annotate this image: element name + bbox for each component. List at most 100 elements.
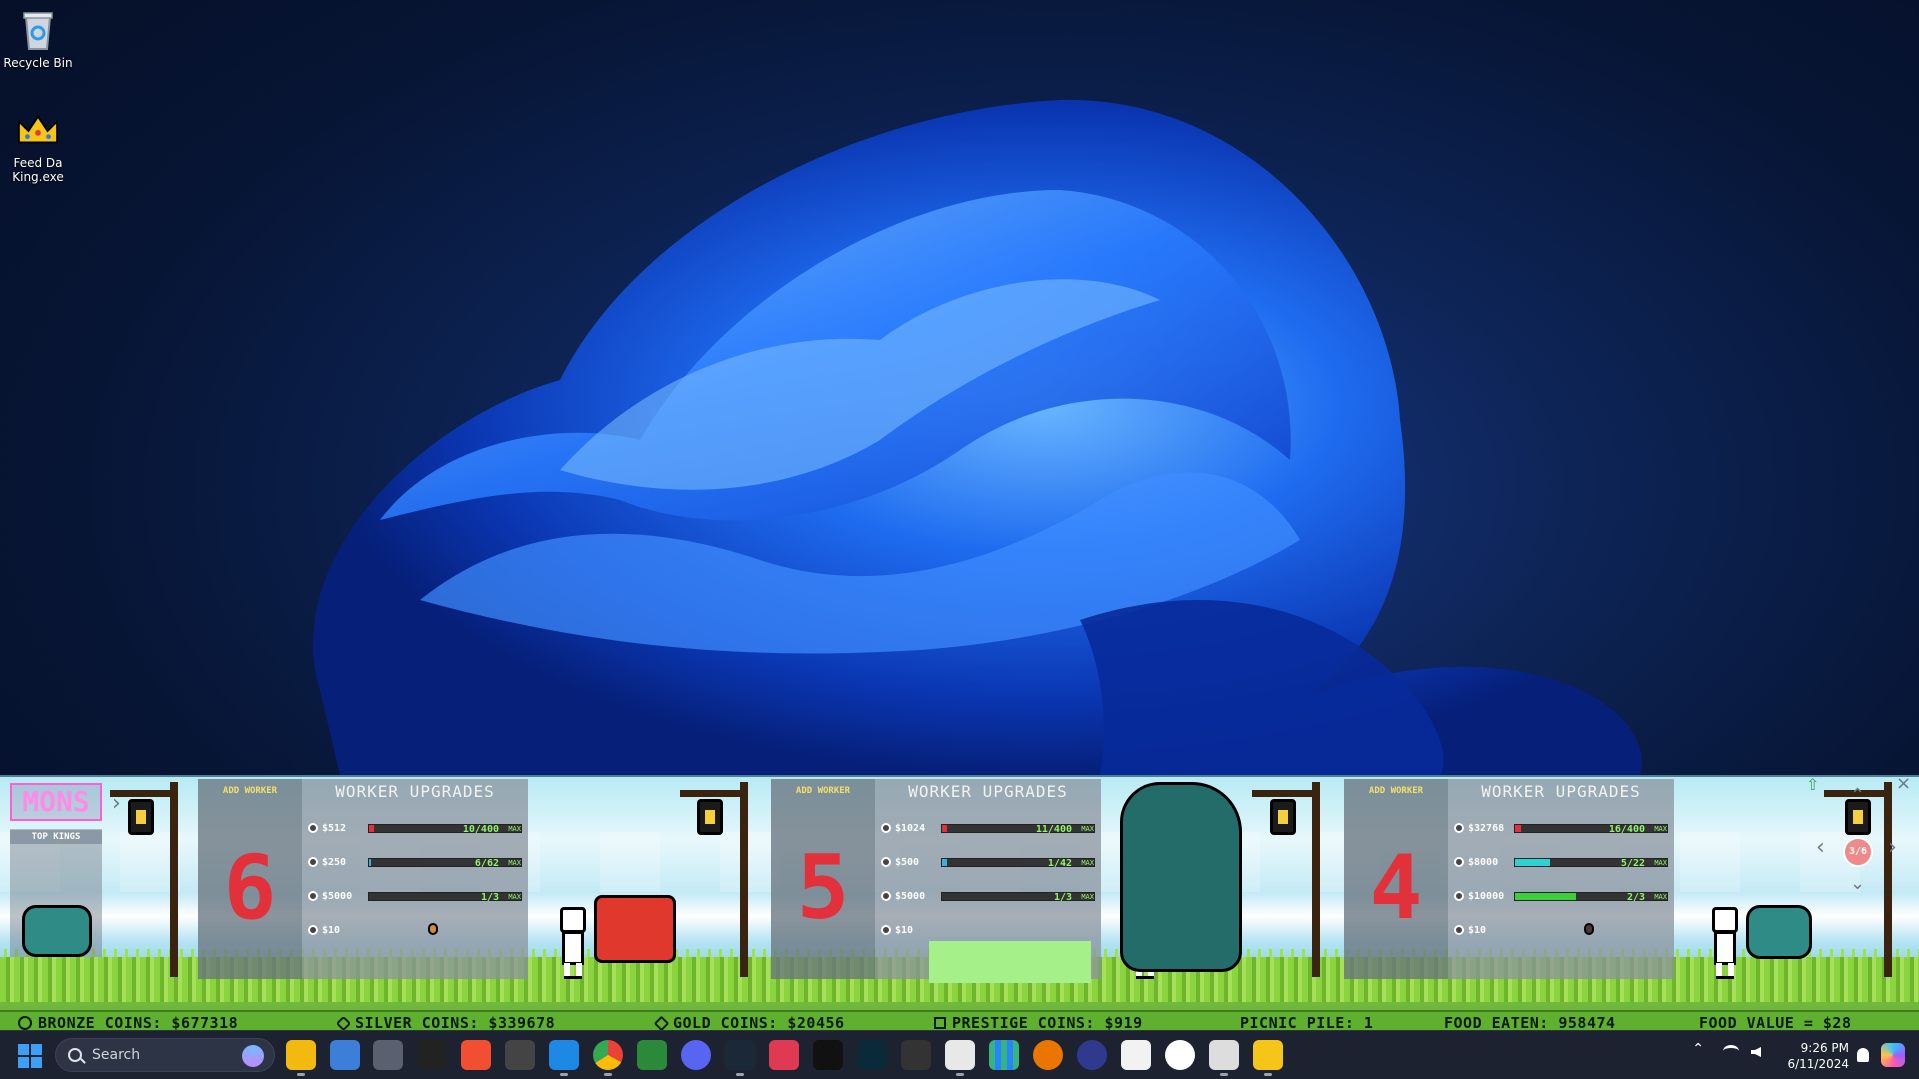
king-sprite[interactable] [1746,905,1812,959]
clock[interactable]: 9:26 PM 6/11/2024 [1787,1040,1849,1072]
upgrade-row[interactable]: $5000 1/3 MAX [308,889,522,903]
coin-icon [1454,823,1464,833]
coin-icon [881,857,891,867]
app-red-icon[interactable] [769,1040,799,1070]
terminal-icon[interactable] [417,1040,447,1070]
app-epic-icon[interactable] [1121,1040,1151,1070]
discord-icon[interactable] [681,1040,711,1070]
arrow-up-icon[interactable]: ⇧ [1806,777,1819,794]
add-worker-button[interactable]: ADD WORKER 6 [198,779,302,979]
upgrade-row[interactable]: $10 [1454,923,1668,937]
wifi-icon[interactable] [1723,1045,1739,1057]
clock-time: 9:26 PM [1800,1041,1849,1055]
upgrade-row[interactable]: $10000 2/3 MAX [1454,889,1668,903]
worker-count: 4 [1369,836,1423,939]
worker-panel-1: ADD WORKER 6 WORKER UPGRADES $512 10/400 M… [198,779,528,979]
volume-icon[interactable] [1751,1047,1761,1057]
coin-icon [881,823,891,833]
game-window[interactable]: MONS TOP KINGS › ADD WORKER 6 WORKER UPG… [0,775,1919,1030]
app-dark-icon[interactable] [1077,1040,1107,1070]
max-label: MAX [508,824,521,833]
top-kings-title: TOP KINGS [10,830,102,844]
chevron-left-icon[interactable]: ‹ [1816,835,1825,860]
upgrade-stat: 1/3 [1053,891,1072,903]
upgrade-row[interactable]: $500 1/42 MAX [881,855,1095,869]
chevron-right-icon[interactable]: › [1888,835,1897,860]
app-paint-icon[interactable] [945,1040,975,1076]
copilot-icon[interactable] [242,1045,264,1067]
silver-coin-icon [335,1015,352,1030]
max-label: MAX [508,858,521,867]
max-label: MAX [1081,824,1094,833]
search-placeholder: Search [92,1047,141,1063]
game-logo[interactable]: MONS [10,783,102,821]
upgrade-stat: 1/42 [1047,857,1072,869]
copilot-tray-icon[interactable] [1881,1043,1905,1067]
calculator-icon[interactable] [373,1040,403,1070]
upgrade-price: $250 [322,856,347,868]
prestige-coins-text: PRESTIGE COINS: $919 [952,1014,1143,1030]
upgrade-bar: 6/62 MAX [368,857,522,869]
desktop-icon-feed-da-king[interactable]: Feed Da King.exe [0,108,78,184]
bronze-coins-text: BRONZE COINS: $677318 [38,1014,239,1030]
unity-icon[interactable] [1209,1040,1239,1076]
upgrade-row[interactable]: $8000 5/22 MAX [1454,855,1668,869]
upgrade-row[interactable]: $32768 16/400 MAX [1454,821,1668,835]
app-orange-icon[interactable] [813,1040,843,1070]
upgrades-title: WORKER UPGRADES [1481,782,1641,801]
upgrade-row[interactable]: $250 6/62 MAX [308,855,522,869]
chrome-icon[interactable] [593,1040,623,1076]
upgrade-row[interactable]: $5000 1/3 MAX [881,889,1095,903]
add-worker-label: ADD WORKER [1368,786,1424,796]
app-grid-icon[interactable] [989,1040,1019,1070]
lantern-icon [697,799,723,835]
vscode-icon[interactable] [549,1040,579,1076]
app-cube-icon[interactable] [505,1040,535,1070]
clock-date: 6/11/2024 [1787,1057,1849,1071]
add-worker-button[interactable]: ADD WORKER 4 [1344,779,1448,979]
lamp-post [680,782,748,977]
coin-icon [1454,891,1464,901]
close-icon[interactable]: × [1896,777,1911,794]
blender-icon[interactable] [1033,1040,1063,1070]
steam-icon[interactable] [725,1040,755,1076]
chevron-down-icon[interactable]: ⌄ [1850,873,1865,894]
tree-king-sprite[interactable] [1120,782,1242,972]
file-explorer-icon[interactable] [286,1040,316,1076]
max-label: MAX [508,892,521,901]
app-diamond-icon[interactable] [461,1040,491,1070]
app-lol-icon[interactable] [857,1040,887,1070]
app-github-icon[interactable] [1165,1040,1195,1070]
gold-coins-text: GOLD COINS: $20456 [673,1014,845,1030]
max-label: MAX [1654,824,1667,833]
food-icon [428,923,438,935]
upgrade-row[interactable]: $512 10/400 MAX [308,821,522,835]
notifications-icon[interactable] [1857,1048,1869,1062]
lantern-icon [128,799,154,835]
upgrade-bar: 10/400 MAX [368,823,522,835]
gold-coins: GOLD COINS: $20456 [653,1014,845,1030]
upgrade-price: $10 [1468,924,1487,936]
page-indicator: 3/6 [1843,837,1873,867]
add-worker-button[interactable]: ADD WORKER 5 [771,779,875,979]
silver-coins-text: SILVER COINS: $339678 [355,1014,556,1030]
king-sprite[interactable] [594,895,676,963]
chevron-up-icon[interactable]: ⌃ [1692,1041,1704,1057]
start-button[interactable] [18,1044,42,1068]
taskbar-search[interactable]: Search [55,1038,275,1072]
king-sprite[interactable] [22,905,92,957]
lamp-post [1824,782,1892,977]
food-icon [1584,923,1594,935]
photos-icon[interactable] [330,1040,360,1070]
feed-da-king-taskbar-icon[interactable] [1253,1040,1283,1076]
desktop-icon-recycle-bin[interactable]: Recycle Bin [0,8,78,70]
coin-icon [308,823,318,833]
app-game-icon[interactable] [901,1040,931,1070]
chevron-up-icon[interactable]: ⌃ [1850,785,1865,806]
app-green-icon[interactable] [637,1040,667,1070]
upgrade-row[interactable]: $10 [881,923,1095,937]
upgrade-row[interactable]: $10 [308,923,522,937]
silver-coins: SILVER COINS: $339678 [335,1014,556,1030]
upgrade-row[interactable]: $1024 11/400 MAX [881,821,1095,835]
add-worker-label: ADD WORKER [222,786,278,796]
